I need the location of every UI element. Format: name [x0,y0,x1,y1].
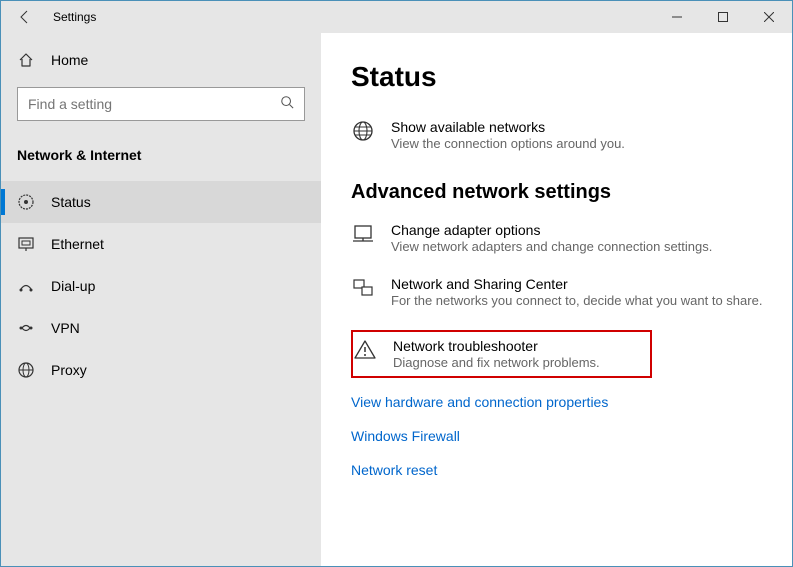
page-title: Status [351,61,792,93]
main-content: Status Show available networks View the … [321,33,792,566]
link-windows-firewall[interactable]: Windows Firewall [351,428,792,444]
search-input[interactable] [28,96,280,112]
window-title: Settings [53,10,96,24]
sidebar-item-status[interactable]: Status [1,181,321,223]
sidebar-item-ethernet[interactable]: Ethernet [1,223,321,265]
back-button[interactable] [1,1,49,33]
home-button[interactable]: Home [1,41,321,79]
option-desc: Diagnose and fix network problems. [393,355,600,370]
title-bar: Settings [1,1,792,33]
adapter-icon [351,222,375,246]
close-icon [764,12,774,22]
network-sharing-center[interactable]: Network and Sharing Center For the netwo… [351,276,792,308]
minimize-button[interactable] [654,1,700,33]
vpn-icon [17,319,35,337]
network-troubleshooter[interactable]: Network troubleshooter Diagnose and fix … [351,330,652,378]
globe-icon [351,119,375,143]
sidebar-item-label: Status [51,194,91,210]
home-icon [17,51,35,69]
change-adapter-options[interactable]: Change adapter options View network adap… [351,222,792,254]
option-title: Show available networks [391,119,625,135]
ethernet-icon [17,235,35,253]
maximize-button[interactable] [700,1,746,33]
section-header: Network & Internet [1,137,321,181]
sidebar-item-vpn[interactable]: VPN [1,307,321,349]
sidebar-item-dialup[interactable]: Dial-up [1,265,321,307]
sharing-icon [351,276,375,300]
sidebar-item-label: Ethernet [51,236,104,252]
search-box[interactable] [17,87,305,121]
option-desc: For the networks you connect to, decide … [391,293,762,308]
proxy-icon [17,361,35,379]
status-icon [17,193,35,211]
sidebar-item-label: Proxy [51,362,87,378]
show-available-networks[interactable]: Show available networks View the connect… [351,119,792,151]
search-icon [280,95,294,114]
sidebar-item-label: Dial-up [51,278,95,294]
home-label: Home [51,52,88,68]
sidebar: Home Network & Internet Status Ethernet … [1,33,321,566]
option-desc: View the connection options around you. [391,136,625,151]
link-network-reset[interactable]: Network reset [351,462,792,478]
dialup-icon [17,277,35,295]
section-heading: Advanced network settings [351,181,792,204]
window-controls [654,1,792,33]
option-title: Network troubleshooter [393,338,600,354]
sidebar-item-label: VPN [51,320,80,336]
maximize-icon [718,12,728,22]
close-button[interactable] [746,1,792,33]
link-hardware-properties[interactable]: View hardware and connection properties [351,394,792,410]
warning-icon [353,338,377,362]
arrow-left-icon [17,9,33,25]
option-title: Network and Sharing Center [391,276,762,292]
option-desc: View network adapters and change connect… [391,239,712,254]
option-title: Change adapter options [391,222,712,238]
minimize-icon [672,12,682,22]
sidebar-item-proxy[interactable]: Proxy [1,349,321,391]
